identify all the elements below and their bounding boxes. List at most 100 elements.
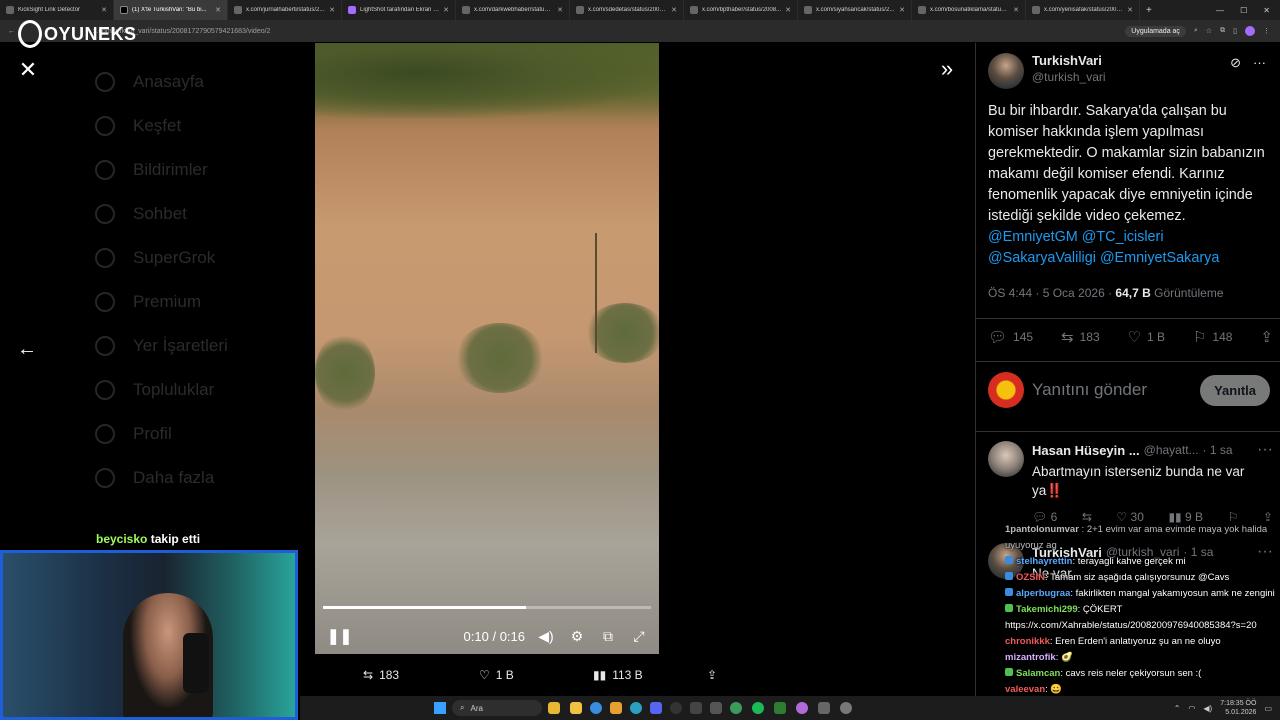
comment-author-handle[interactable]: @hayatt...	[1144, 443, 1199, 457]
notification-icon[interactable]: ▭	[1264, 704, 1272, 713]
video-progress-bar[interactable]	[323, 606, 651, 609]
taskbar-app-icon[interactable]	[818, 702, 830, 714]
share-button[interactable]: ⇪	[1260, 328, 1273, 346]
browser-tab[interactable]: x.com/bpthaber/status/2008... ✕	[684, 0, 798, 20]
comment-item[interactable]: Hasan Hüseyin ... @hayatt... · 1 sa ··· …	[988, 441, 1273, 524]
open-in-app-button[interactable]: Uygulamada aç	[1125, 25, 1186, 37]
taskbar-clock[interactable]: 7:18:35 ÖÖ 5.01.2026	[1220, 699, 1256, 717]
collapse-panel-button[interactable]: »	[934, 56, 960, 82]
tweet-header-actions: ⊘ ···	[1230, 55, 1266, 71]
video-controls: ❚❚ 0:10 / 0:16 ◀) ⚙ ⧉ ⤢	[315, 621, 659, 651]
taskbar-search[interactable]: ⌕ Ara	[452, 700, 542, 716]
browser-tab[interactable]: x.com/sdedetas/status/2008... ✕	[570, 0, 684, 20]
tab-close-icon[interactable]: ✕	[101, 6, 107, 14]
tab-close-icon[interactable]: ✕	[671, 6, 677, 14]
volume-icon[interactable]: ◀)	[535, 628, 557, 645]
tab-close-icon[interactable]: ✕	[557, 6, 563, 14]
tab-close-icon[interactable]: ✕	[443, 6, 449, 14]
tab-close-icon[interactable]: ✕	[1127, 6, 1133, 14]
taskbar-app-icon[interactable]	[840, 702, 852, 714]
taskbar-app-icon[interactable]	[796, 702, 808, 714]
maximize-icon[interactable]: ☐	[1240, 6, 1247, 15]
chat-badge-icon	[1005, 668, 1013, 676]
media-share-button[interactable]: ⇪	[707, 668, 717, 682]
repost-button[interactable]: ⇆ 183	[1061, 328, 1100, 346]
star-icon[interactable]: ☆	[1206, 27, 1212, 35]
bg-nav-item: Profil	[95, 412, 228, 456]
divider	[976, 318, 1280, 319]
fullscreen-icon[interactable]: ⤢	[628, 628, 650, 645]
profile-icon[interactable]	[1245, 26, 1255, 36]
wifi-icon[interactable]: ◠	[1188, 704, 1195, 713]
obs-icon[interactable]	[670, 702, 682, 714]
avatar[interactable]	[988, 441, 1024, 477]
analytics-icon: ▮▮	[593, 668, 607, 682]
browser-tab[interactable]: x.com/bosunatiklama/status/... ✕	[912, 0, 1026, 20]
spotify-icon[interactable]	[752, 702, 764, 714]
settings-gear-icon[interactable]: ⚙	[566, 628, 588, 645]
taskbar-app-icon[interactable]	[710, 702, 722, 714]
chat-user: 1pantolonumvar	[1005, 524, 1079, 535]
bg-nav-label: Daha fazla	[133, 468, 215, 487]
taskbar-app-icon[interactable]	[690, 702, 702, 714]
browser-tab[interactable]: x.com/siyahsancak/status/2... ✕	[798, 0, 912, 20]
media-views-button[interactable]: ▮▮ 113 B	[593, 668, 643, 682]
sidebar-icon[interactable]: ▯	[1233, 27, 1237, 35]
browser-tab[interactable]: x.com/jurnalhaberti/status/2... ✕	[228, 0, 342, 20]
windows-start-icon[interactable]	[434, 702, 446, 714]
menu-icon[interactable]: ⋮	[1263, 27, 1270, 35]
new-tab-icon[interactable]: +	[1140, 5, 1158, 16]
mention-link[interactable]: @SakaryaValiligi	[988, 250, 1096, 266]
tab-label: x.com/jurnalhaberti/status/2...	[246, 7, 325, 13]
grok-icon[interactable]: ⊘	[1230, 55, 1241, 71]
tab-close-icon[interactable]: ✕	[785, 6, 791, 14]
reply-input[interactable]: Yanıtını gönder	[1032, 380, 1147, 400]
comment-author-name[interactable]: Hasan Hüseyin ...	[1032, 443, 1140, 458]
author-handle[interactable]: @turkish_vari	[1032, 70, 1106, 84]
media-like-button[interactable]: ♡ 1 B	[479, 668, 514, 682]
like-button[interactable]: ♡ 1 B	[1128, 328, 1165, 346]
chrome-icon[interactable]	[590, 702, 602, 714]
window-close-icon[interactable]: ✕	[1263, 6, 1270, 15]
reply-submit-button[interactable]: Yanıtla	[1200, 374, 1270, 406]
mention-link[interactable]: @TC_icisleri	[1082, 229, 1164, 245]
pip-icon[interactable]: ⧉	[597, 628, 619, 645]
browser-tab[interactable]: x.com/yenisafak/status/2007... ✕	[1026, 0, 1140, 20]
tweet-timestamp[interactable]: ÖS 4:44 · 5 Oca 2026	[988, 286, 1105, 300]
tab-close-icon[interactable]: ✕	[215, 6, 221, 14]
speaker-icon[interactable]: ◀)	[1203, 704, 1212, 713]
taskbar-app-icon[interactable]	[774, 702, 786, 714]
folder-icon[interactable]	[610, 702, 622, 714]
discord-icon[interactable]	[650, 702, 662, 714]
more-options-icon[interactable]: ···	[1257, 441, 1273, 459]
file-explorer-icon[interactable]	[570, 702, 582, 714]
tab-close-icon[interactable]: ✕	[899, 6, 905, 14]
browser-tab[interactable]: LightShot tarafından Ekran G... ✕	[342, 0, 456, 20]
video-player[interactable]: ❚❚ 0:10 / 0:16 ◀) ⚙ ⧉ ⤢	[315, 43, 659, 654]
browser-tab-active[interactable]: (1) X'te TurkishVari: "Bu bi... ✕	[114, 0, 228, 20]
mention-link[interactable]: @EmniyetSakarya	[1100, 250, 1219, 266]
zoom-icon[interactable]: ⌕	[1194, 27, 1198, 35]
more-options-icon[interactable]: ···	[1253, 55, 1266, 71]
edge-icon[interactable]	[630, 702, 642, 714]
taskbar-app-icon[interactable]	[548, 702, 560, 714]
browser-tab[interactable]: x.com/darkwebhaber/status/... ✕	[456, 0, 570, 20]
reply-button[interactable]: 💬︎ 145	[988, 328, 1033, 346]
close-media-button[interactable]: ✕	[16, 57, 40, 82]
tab-close-icon[interactable]: ✕	[329, 6, 335, 14]
bookmark-button[interactable]: ⚐ 148	[1193, 328, 1232, 346]
tweet-author[interactable]: TurkishVari @turkish_vari	[988, 53, 1106, 89]
browser-tab[interactable]: KickSight Link Detector ✕	[0, 0, 114, 20]
extensions-icon[interactable]: ⧉	[1220, 27, 1225, 35]
previous-media-button[interactable]: ←	[14, 336, 40, 362]
avatar[interactable]	[988, 53, 1024, 89]
author-name[interactable]: TurkishVari	[1032, 53, 1106, 68]
taskbar-app-icon[interactable]	[730, 702, 742, 714]
back-icon[interactable]: ←	[8, 28, 15, 35]
tab-close-icon[interactable]: ✕	[1013, 6, 1019, 14]
media-repost-button[interactable]: ⇆ 183	[363, 668, 399, 682]
pause-icon[interactable]: ❚❚	[327, 627, 352, 645]
mention-link[interactable]: @EmniyetGM	[988, 229, 1078, 245]
minimize-icon[interactable]: —	[1216, 6, 1224, 15]
tray-chevron-icon[interactable]: ⌃	[1174, 704, 1181, 713]
